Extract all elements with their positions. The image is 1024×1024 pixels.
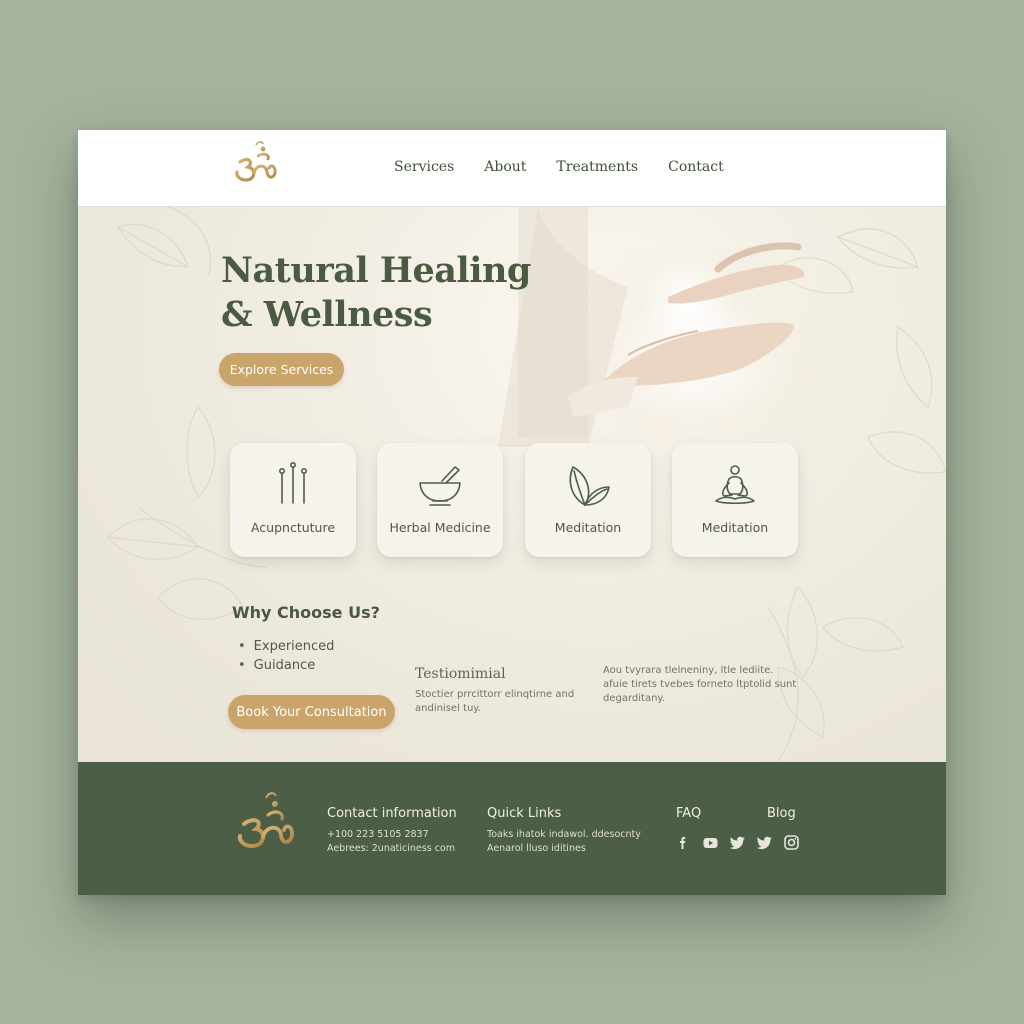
service-card-herbal-medicine[interactable]: Herbal Medicine: [377, 443, 503, 557]
hero-title: Natural Healing & Wellness: [221, 249, 551, 337]
om-footer-logo-icon: [237, 792, 294, 849]
list-item: Guidance: [238, 656, 334, 675]
service-card-meditation[interactable]: Meditation: [672, 443, 798, 557]
address: Aebrees: 2unaticiness com: [327, 843, 455, 854]
meditation-figure-icon: [715, 465, 755, 505]
why-choose-us-list: Experienced Guidance: [238, 637, 335, 675]
hero-section: Natural Healing & Wellness Explore Servi…: [78, 207, 946, 762]
quick-link[interactable]: Aenarol lluso iditines: [487, 842, 641, 856]
quick-links: Toaks ihatok indawol. ddesocnty Aenarol …: [487, 828, 641, 856]
social-links: [675, 834, 810, 851]
nav-treatments[interactable]: Treatments: [556, 159, 638, 175]
testimonial-title: Testiomimial: [415, 666, 506, 682]
nav-contact[interactable]: Contact: [668, 159, 724, 175]
nav-services[interactable]: Services: [394, 159, 454, 175]
quote-line: degarditany.: [603, 693, 666, 704]
acupuncture-needles-icon: [279, 461, 307, 504]
service-label: Acupnctuture: [250, 520, 336, 535]
contact-details: +100 223 5105 2837 Aebrees: 2unaticiness…: [327, 828, 455, 856]
quote-line: afuie tirets tvebes forneto ltptolid sun…: [603, 679, 797, 690]
quote-line: Aou tvyrara tlelneniny, ltle lediite.: [603, 665, 774, 676]
site-header: Services About Treatments Contact: [78, 130, 946, 207]
contact-info-title: Contact information: [327, 806, 457, 821]
why-choose-us-title: Why Choose Us?: [232, 603, 380, 622]
main-nav: Services About Treatments Contact: [394, 159, 754, 175]
website-page: Services About Treatments Contact Natura…: [78, 130, 946, 895]
site-footer: Contact information +100 223 5105 2837 A…: [78, 762, 946, 895]
service-card-acupuncture[interactable]: Acupnctuture: [230, 443, 356, 557]
youtube-icon[interactable]: [702, 834, 719, 851]
book-consultation-button[interactable]: Book Your Consultation: [228, 695, 395, 729]
service-label: Herbal Medicine: [389, 520, 491, 535]
nav-about[interactable]: About: [484, 159, 526, 175]
leaf-icon: [569, 466, 610, 506]
quick-link[interactable]: Toaks ihatok indawol. ddesocnty: [487, 828, 641, 842]
service-card-meditation-leaf[interactable]: Meditation: [525, 443, 651, 557]
testimonial-quote: Aou tvyrara tlelneniny, ltle lediite. af…: [603, 664, 803, 706]
hero-title-line1: Natural Healing: [221, 250, 531, 291]
instagram-icon[interactable]: [783, 834, 800, 851]
list-item: Experienced: [238, 637, 335, 656]
om-logo-icon[interactable]: [230, 140, 280, 194]
phone-number: +100 223 5105 2837: [327, 829, 429, 840]
faq-link[interactable]: FAQ: [676, 806, 701, 821]
mortar-pestle-icon: [419, 466, 461, 506]
facebook-icon[interactable]: [675, 834, 692, 851]
testimonial-line: Stoctier prrcittorr elinqtirne and: [415, 689, 575, 700]
service-label: Meditation: [701, 520, 769, 535]
twitter-icon[interactable]: [729, 834, 746, 851]
quick-links-title: Quick Links: [487, 806, 562, 821]
hero-title-line2: & Wellness: [221, 294, 433, 335]
explore-services-button[interactable]: Explore Services: [219, 353, 344, 386]
testimonial-text: Stoctier prrcittorr elinqtirne and andin…: [415, 688, 575, 716]
service-label: Meditation: [554, 520, 622, 535]
blog-link[interactable]: Blog: [767, 806, 796, 821]
testimonial-line: andinisel tuy.: [415, 703, 481, 714]
twitter-icon[interactable]: [756, 834, 773, 851]
